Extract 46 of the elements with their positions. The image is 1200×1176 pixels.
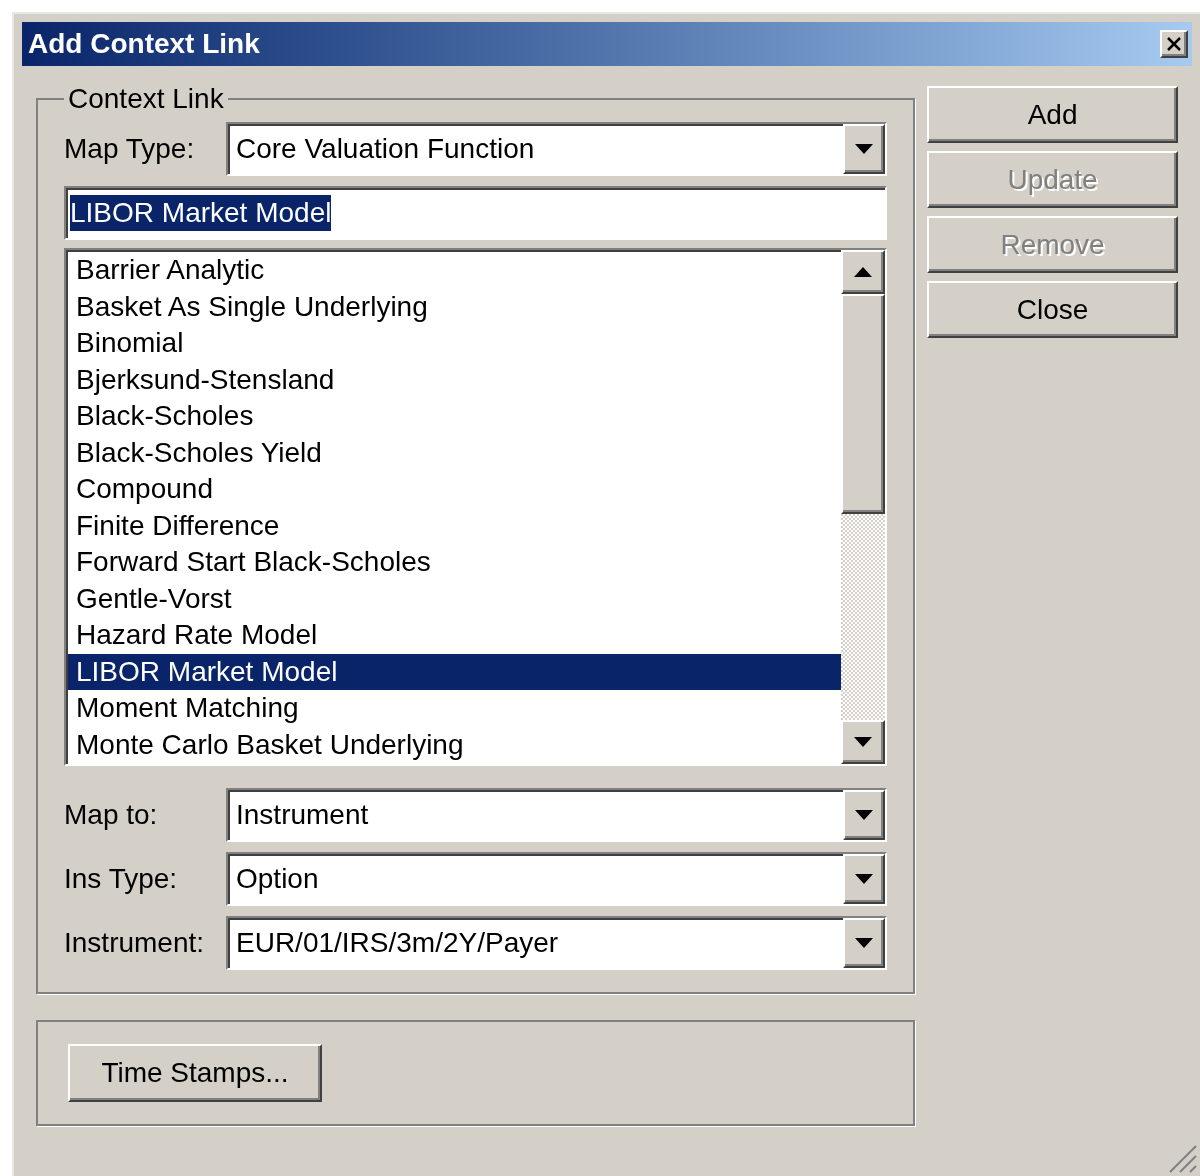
dropdown-field[interactable]: Option [226,852,888,906]
list-item[interactable]: Forward Start Black-Scholes [68,544,842,581]
dropdown-button[interactable] [843,790,886,840]
window-title: Add Context Link [27,27,260,61]
group-label: Context Link [67,82,225,116]
list-item[interactable]: Basket As Single Underlying [68,288,842,325]
time-stamps-button[interactable]: Time Stamps... [68,1044,322,1102]
list-item[interactable]: Binomial [68,325,842,362]
scrollbar[interactable] [841,250,886,764]
field-value: LIBOR Market Model [70,195,332,231]
dropdown-button[interactable] [843,124,886,174]
dropdown-arrow-icon [855,874,874,884]
list-item[interactable]: Barrier Analytic [68,252,842,289]
dropdown-field[interactable]: EUR/01/IRS/3m/2Y/Payer [226,916,888,970]
list-item[interactable]: Black-Scholes [68,398,842,435]
map-type-dropdown[interactable]: Core Valuation Function [226,122,888,176]
scroll-up-button[interactable] [841,250,886,294]
dropdown-arrow-icon [855,938,874,948]
dialog-button[interactable]: Add [927,86,1178,143]
scroll-down-button[interactable] [841,720,886,764]
up-arrow-icon [854,267,873,277]
list-item[interactable]: Black-Scholes Yield [68,434,842,471]
dropdown-button[interactable] [843,918,886,968]
field-label: Ins Type: [64,862,179,896]
list-item[interactable]: Hazard Rate Model [68,617,842,654]
list-item[interactable]: LIBOR Market Model [68,653,842,690]
close-icon [1167,37,1181,51]
name-field[interactable]: LIBOR Market Model [64,186,888,240]
model-list[interactable] [64,248,888,766]
close-button[interactable] [1160,30,1188,58]
list-item[interactable]: Bjerksund-Stensland [68,361,842,398]
list-item[interactable]: Moment Matching [68,690,842,727]
field-label: Map to: [64,798,159,832]
field-label: Map Type: [64,132,196,166]
field-label: Instrument: [64,926,206,960]
list-item[interactable]: Finite Difference [68,507,842,544]
dialog-button[interactable]: Close [927,281,1178,338]
down-arrow-icon [854,737,873,747]
scroll-thumb[interactable] [841,294,886,514]
dropdown-arrow-icon [855,144,874,154]
list-item[interactable]: Compound [68,471,842,508]
dropdown-button[interactable] [843,854,886,904]
dropdown-arrow-icon [855,810,874,820]
dropdown-field[interactable]: Instrument [226,788,888,842]
list-item[interactable]: Monte Carlo Basket Underlying [68,726,842,763]
list-item[interactable]: Gentle-Vorst [68,580,842,617]
